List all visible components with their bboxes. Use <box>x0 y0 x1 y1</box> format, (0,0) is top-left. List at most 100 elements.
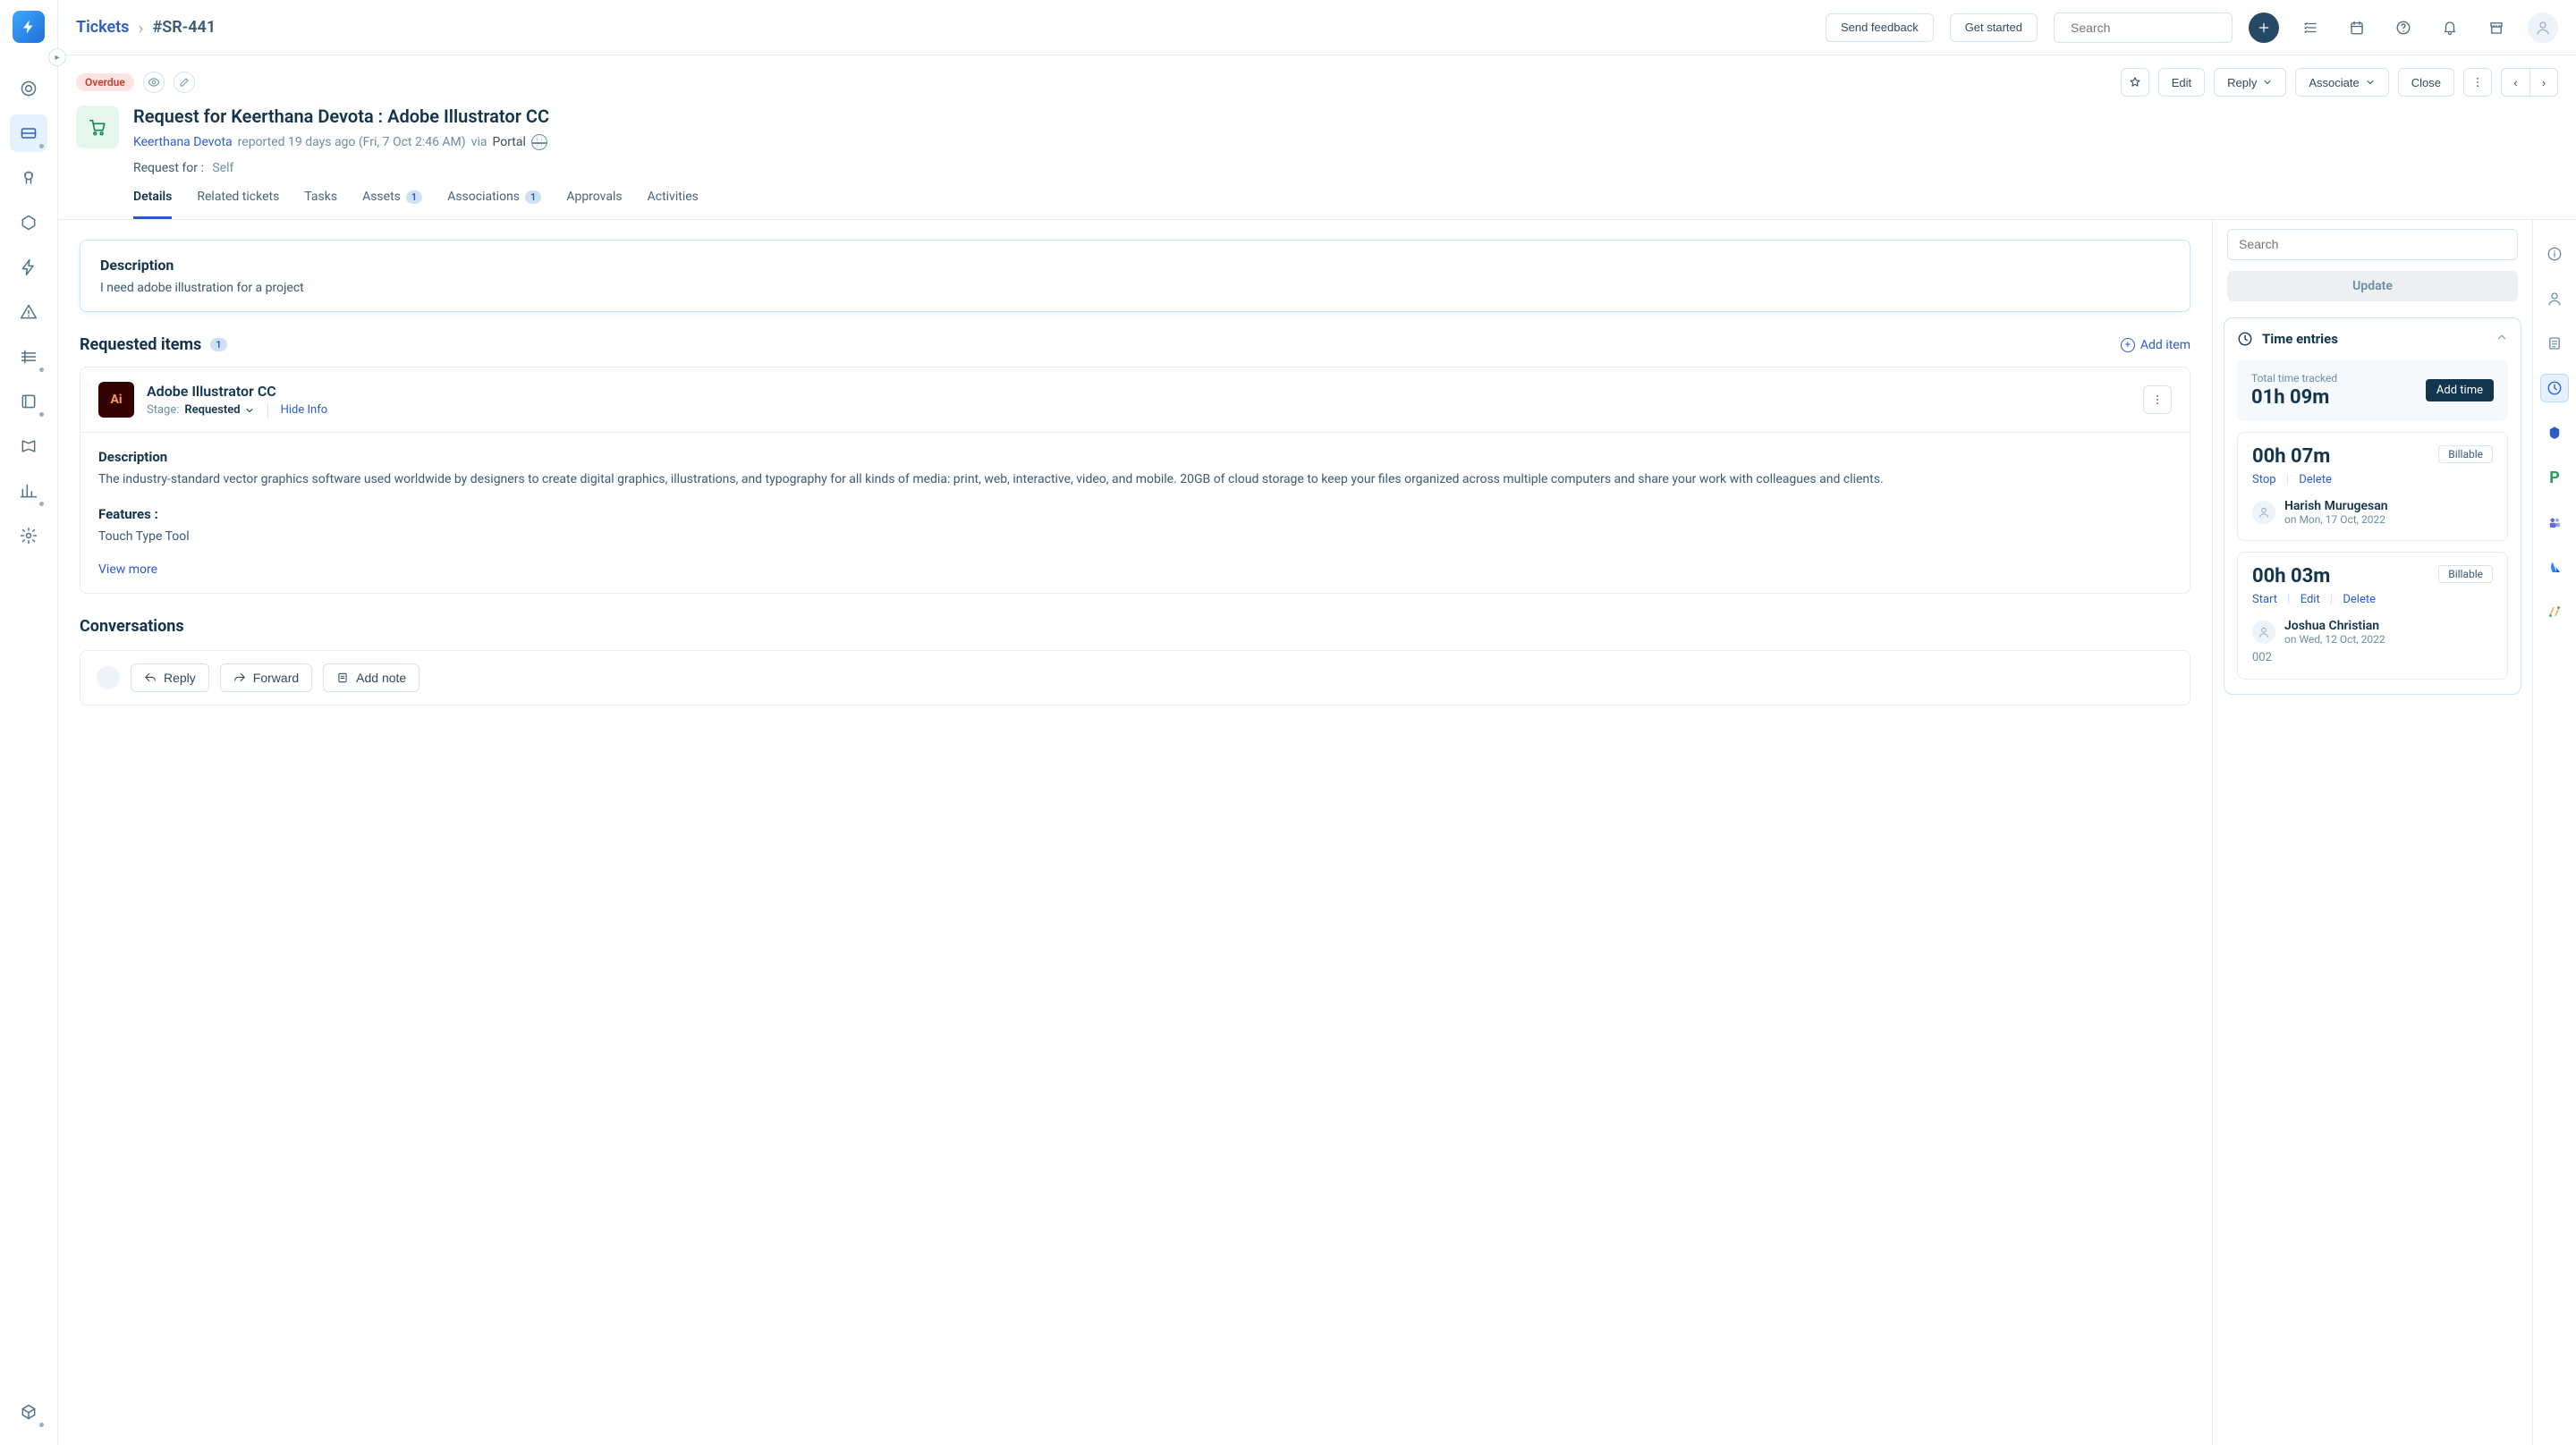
globe-icon <box>531 134 547 150</box>
item-more-button[interactable] <box>2143 385 2172 414</box>
nav-item-knowledge[interactable] <box>10 427 47 465</box>
time-entries-heading: Time entries <box>2262 331 2338 347</box>
requester-link[interactable]: Keerthana Devota <box>133 135 233 149</box>
tab-approvals[interactable]: Approvals <box>566 190 622 219</box>
convo-forward-button[interactable]: Forward <box>220 663 312 692</box>
stage-label: Stage: <box>147 403 179 417</box>
associations-count: 1 <box>525 190 541 204</box>
time-entry-duration: 00h 03m <box>2252 565 2330 587</box>
tab-associations[interactable]: Associations 1 <box>447 190 541 219</box>
rail-app-atlassian-icon[interactable] <box>2540 553 2569 581</box>
time-entry-date: on Mon, 17 Oct, 2022 <box>2284 513 2388 526</box>
time-entry-delete-link[interactable]: Delete <box>2343 593 2376 606</box>
nav-item-alerts[interactable] <box>10 293 47 331</box>
send-feedback-button[interactable]: Send feedback <box>1826 13 1934 42</box>
rail-app-orchestration-icon[interactable] <box>2540 597 2569 626</box>
time-entry-start-link[interactable]: Start <box>2252 593 2277 606</box>
nav-item-apps[interactable] <box>10 1393 47 1431</box>
stage-select[interactable]: Requested <box>184 403 254 417</box>
rail-app-p-icon[interactable]: P <box>2540 463 2569 492</box>
rail-info-icon[interactable] <box>2540 240 2569 268</box>
center-pane: Description I need adobe illustration fo… <box>58 220 2213 1445</box>
panel-search-input[interactable] <box>2239 237 2506 251</box>
nav-item-admin[interactable] <box>10 517 47 554</box>
description-card: Description I need adobe illustration fo… <box>80 240 2190 312</box>
tab-details[interactable]: Details <box>133 190 172 219</box>
right-panel: Update Time entries Total time tracked 0… <box>2213 220 2533 1445</box>
nav-item-solutions[interactable] <box>10 383 47 420</box>
ticket-title: Request for Keerthana Devota : Adobe Ill… <box>133 106 2558 127</box>
nav-item-dashboard[interactable] <box>10 70 47 107</box>
ticket-type-icon <box>76 106 119 148</box>
notifications-icon[interactable] <box>2435 13 2465 43</box>
get-started-button[interactable]: Get started <box>1950 13 2038 42</box>
assets-count: 1 <box>406 190 422 204</box>
nav-item-releases[interactable] <box>10 249 47 286</box>
nav-item-changes[interactable] <box>10 204 47 241</box>
prev-ticket-button[interactable]: ‹ <box>2501 68 2529 97</box>
time-entry-delete-link[interactable]: Delete <box>2299 473 2332 486</box>
rail-time-icon[interactable] <box>2540 374 2569 402</box>
time-entry-user: Joshua Christian <box>2284 619 2385 633</box>
more-actions-button[interactable] <box>2463 68 2492 97</box>
tab-associations-label: Associations <box>447 190 520 204</box>
tab-related-tickets[interactable]: Related tickets <box>197 190 279 219</box>
breadcrumb-ticket-id: #SR-441 <box>152 18 216 37</box>
rail-app-teams-icon[interactable] <box>2540 508 2569 537</box>
nav-item-tickets[interactable] <box>10 114 47 152</box>
update-button[interactable]: Update <box>2227 271 2518 301</box>
time-entry-edit-link[interactable]: Edit <box>2301 593 2320 606</box>
todo-icon[interactable] <box>2295 13 2326 43</box>
via-value: Portal <box>492 135 525 149</box>
rail-app-blue-icon[interactable] <box>2540 418 2569 447</box>
app-logo[interactable] <box>13 11 45 43</box>
time-entry-user: Harish Murugesan <box>2284 499 2388 513</box>
nav-item-problems[interactable] <box>10 159 47 197</box>
rail-notes-icon[interactable] <box>2540 329 2569 358</box>
time-entry-card: 00h 03m Billable Start | Edit | Delete <box>2237 552 2508 680</box>
add-item-label: Add item <box>2140 338 2190 352</box>
associate-button[interactable]: Associate <box>2295 68 2388 97</box>
chevron-down-icon <box>2262 77 2273 88</box>
ticket-tabs: Details Related tickets Tasks Assets1 As… <box>133 190 2558 219</box>
convo-forward-label: Forward <box>253 671 299 685</box>
help-icon[interactable] <box>2388 13 2419 43</box>
marketplace-icon[interactable] <box>2481 13 2512 43</box>
next-ticket-button[interactable]: › <box>2529 68 2558 97</box>
convo-reply-button[interactable]: Reply <box>131 663 209 692</box>
panel-search[interactable] <box>2227 229 2518 260</box>
profile-avatar[interactable] <box>2528 13 2558 43</box>
reply-button[interactable]: Reply <box>2214 68 2286 97</box>
add-item-link[interactable]: + Add item <box>2121 338 2190 352</box>
star-button[interactable] <box>2121 68 2149 97</box>
close-button[interactable]: Close <box>2398 68 2454 97</box>
item-features-body: Touch Type Tool <box>98 528 2172 547</box>
requested-item-card: Ai Adobe Illustrator CC Stage: Requested <box>80 367 2190 594</box>
nav-item-reports[interactable] <box>10 472 47 510</box>
tab-activities[interactable]: Activities <box>648 190 699 219</box>
hide-info-link[interactable]: Hide Info <box>281 403 328 417</box>
time-entry-stop-link[interactable]: Stop <box>2252 473 2276 486</box>
view-more-link[interactable]: View more <box>98 562 157 577</box>
watch-icon[interactable] <box>143 72 165 93</box>
breadcrumb-root[interactable]: Tickets <box>76 18 129 37</box>
tab-tasks[interactable]: Tasks <box>304 190 337 219</box>
global-search-input[interactable] <box>2071 21 2233 35</box>
tab-assets[interactable]: Assets1 <box>362 190 422 219</box>
collapse-panel-icon[interactable] <box>2496 331 2508 347</box>
calendar-icon[interactable] <box>2342 13 2372 43</box>
time-entry-date: on Wed, 12 Oct, 2022 <box>2284 633 2385 646</box>
time-entry-code: 002 <box>2252 651 2493 664</box>
nav-item-assets[interactable] <box>10 338 47 376</box>
item-name: Adobe Illustrator CC <box>147 383 327 400</box>
global-search[interactable] <box>2054 13 2233 43</box>
plus-circle-icon: + <box>2121 338 2135 352</box>
add-time-button[interactable]: Add time <box>2426 379 2494 401</box>
nav-expand-toggle[interactable]: ▸ <box>48 48 66 66</box>
new-button[interactable] <box>2249 13 2279 43</box>
rail-requester-icon[interactable] <box>2540 284 2569 313</box>
edit-button[interactable]: Edit <box>2158 68 2205 97</box>
edit-subject-icon[interactable] <box>174 72 195 93</box>
convo-add-note-button[interactable]: Add note <box>323 663 419 692</box>
item-desc-heading: Description <box>98 449 2172 465</box>
